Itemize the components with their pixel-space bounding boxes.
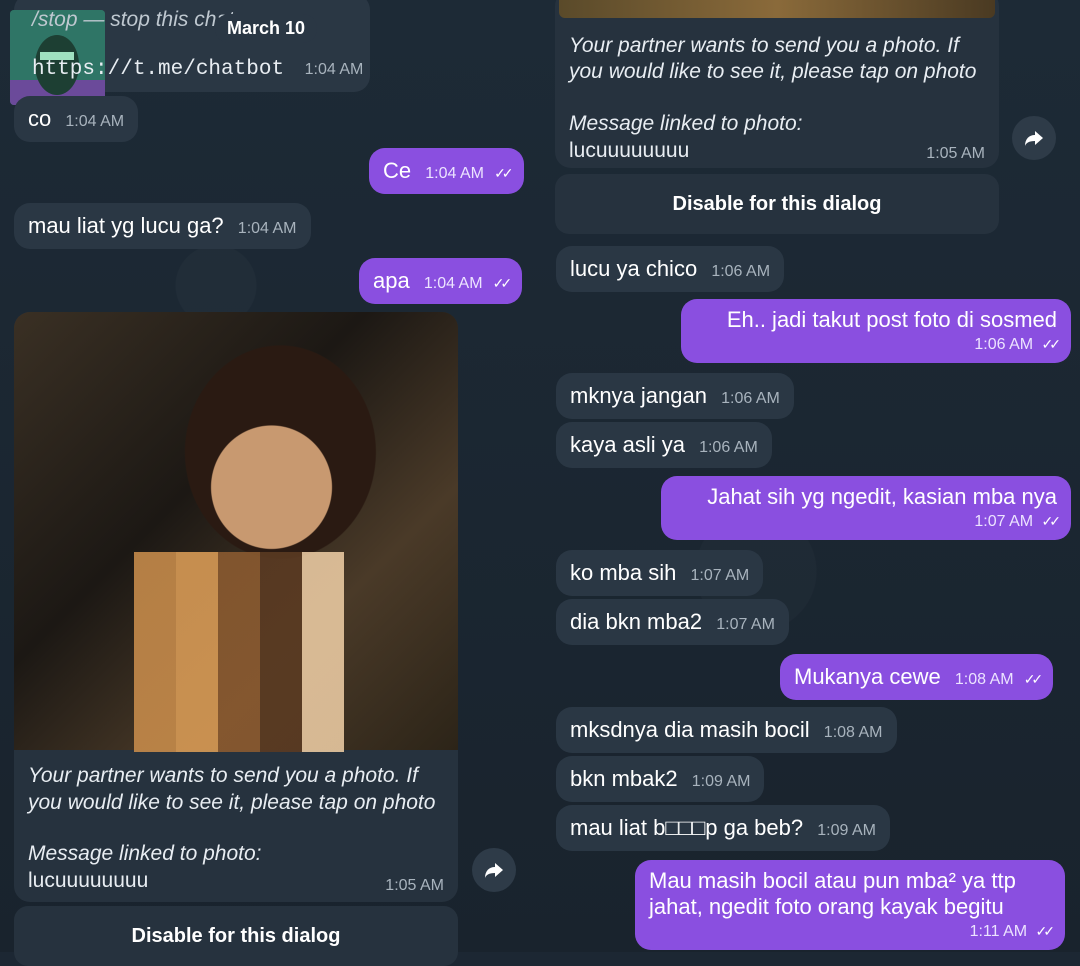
forward-arrow-icon (485, 863, 503, 878)
incoming-message: ko mba sih 1:07 AM (556, 550, 764, 596)
message-time: 1:11 AM (969, 923, 1028, 940)
message-time: 1:06 AM (721, 390, 780, 407)
message-text: mksdnya dia masih bocil (570, 717, 810, 742)
message-text-line-1: Mau masih bocil atau pun mba² ya ttp (649, 868, 1016, 893)
incoming-message: bkn mbak2 1:09 AM (556, 756, 765, 802)
message-time: 1:04 AM (237, 220, 297, 237)
message-time: 1:04 AM (423, 275, 483, 292)
incoming-message: mknya jangan 1:06 AM (556, 373, 794, 419)
double-check-icon: ✓✓ (1041, 336, 1062, 352)
message-time: 1:08 AM (954, 671, 1014, 688)
double-check-icon: ✓✓ (1041, 513, 1062, 529)
outgoing-message: Ce 1:04 AM ✓✓ (369, 148, 524, 194)
photo-notice-line-2: you would like to see it, please tap on … (28, 791, 436, 814)
message-text: Mukanya cewe (794, 664, 941, 689)
message-time: 1:04 AM (65, 113, 125, 130)
incoming-message: kaya asli ya 1:06 AM (556, 422, 772, 468)
message-time: 1:07 AM (716, 616, 775, 633)
outgoing-message: Eh.. jadi takut post foto di sosmed 1:06… (681, 299, 1071, 363)
photo-notice-line-2: you would like to see it, please tap on … (569, 60, 977, 83)
double-check-icon: ✓✓ (1023, 671, 1044, 687)
double-check-icon: ✓✓ (494, 165, 514, 181)
message-text: ko mba sih (570, 560, 677, 585)
double-check-icon: ✓✓ (1035, 923, 1056, 939)
photo-notice-line-1: Your partner wants to send you a photo. … (28, 764, 418, 787)
linked-message-text: lucuuuuuuuu (28, 869, 149, 892)
message-text: kaya asli ya (570, 432, 685, 457)
incoming-message: mau liat yg lucu ga? 1:04 AM (14, 203, 311, 249)
incoming-message: dia bkn mba2 1:07 AM (556, 599, 789, 645)
message-text: Ce (383, 158, 412, 183)
linked-message-label: Message linked to photo: (569, 112, 803, 135)
message-text: Jahat sih yg ngedit, kasian mba nya (707, 484, 1057, 509)
blurred-photo-strip[interactable] (559, 0, 995, 18)
double-check-icon: ✓✓ (492, 275, 513, 291)
outgoing-message: Mau masih bocil atau pun mba² ya ttp jah… (635, 860, 1065, 950)
message-text: dia bkn mba2 (570, 609, 703, 634)
message-text-line-2: jahat, ngedit foto orang kayak begitu (649, 894, 1004, 919)
message-text: mau liat b□□□p ga beb? (570, 815, 804, 840)
chatbot-link-text[interactable]: https://t.me/chatbot (32, 58, 284, 81)
incoming-message: co 1:04 AM (14, 96, 139, 142)
forward-button[interactable] (1012, 116, 1056, 160)
photo-message-card[interactable]: Your partner wants to send you a photo. … (555, 0, 999, 168)
incoming-message: mau liat b□□□p ga beb? 1:09 AM (556, 805, 890, 851)
date-separator: March 10 (215, 14, 318, 43)
message-time: 1:07 AM (690, 567, 750, 584)
linked-message-text: lucuuuuuuuu (569, 139, 690, 162)
message-time: 1:06 AM (974, 336, 1034, 353)
message-time: 1:08 AM (823, 724, 883, 741)
forward-button[interactable] (472, 848, 516, 892)
message-text: apa (373, 268, 410, 293)
message-time: 1:09 AM (817, 822, 876, 839)
message-time: 1:04 AM (425, 165, 484, 182)
message-time: 1:04 AM (304, 61, 364, 78)
message-time: 1:09 AM (691, 773, 751, 790)
outgoing-message: Mukanya cewe 1:08 AM ✓✓ (780, 654, 1054, 700)
pixelated-region (134, 552, 344, 752)
message-text: co (28, 106, 52, 131)
message-text: mau liat yg lucu ga? (28, 213, 224, 238)
message-time: 1:06 AM (699, 439, 758, 456)
disable-for-dialog-button[interactable]: Disable for this dialog (555, 174, 999, 234)
message-text: bkn mbak2 (570, 766, 678, 791)
incoming-message: lucu ya chico 1:06 AM (556, 246, 785, 292)
message-time: 1:05 AM (926, 145, 985, 162)
photo-message-card[interactable]: Your partner wants to send you a photo. … (14, 312, 458, 902)
message-time: 1:07 AM (974, 513, 1034, 530)
outgoing-message: apa 1:04 AM ✓✓ (359, 258, 523, 304)
message-time: 1:06 AM (711, 263, 771, 280)
chatbot-link[interactable]: https://t.me/chatbot 1:04 AM (32, 58, 363, 81)
message-text: lucu ya chico (570, 256, 698, 281)
message-text: Eh.. jadi takut post foto di sosmed (726, 307, 1057, 332)
photo-notice-line-1: Your partner wants to send you a photo. … (569, 34, 959, 57)
disable-for-dialog-button[interactable]: Disable for this dialog (14, 906, 458, 966)
incoming-message: mksdnya dia masih bocil 1:08 AM (556, 707, 897, 753)
forward-arrow-icon (1025, 131, 1043, 146)
stop-command-text: /stop — stop this chat (32, 8, 234, 31)
message-text: mknya jangan (570, 383, 707, 408)
message-time: 1:05 AM (385, 877, 444, 894)
linked-message-label: Message linked to photo: (28, 842, 262, 865)
outgoing-message: Jahat sih yg ngedit, kasian mba nya 1:07… (661, 476, 1071, 540)
